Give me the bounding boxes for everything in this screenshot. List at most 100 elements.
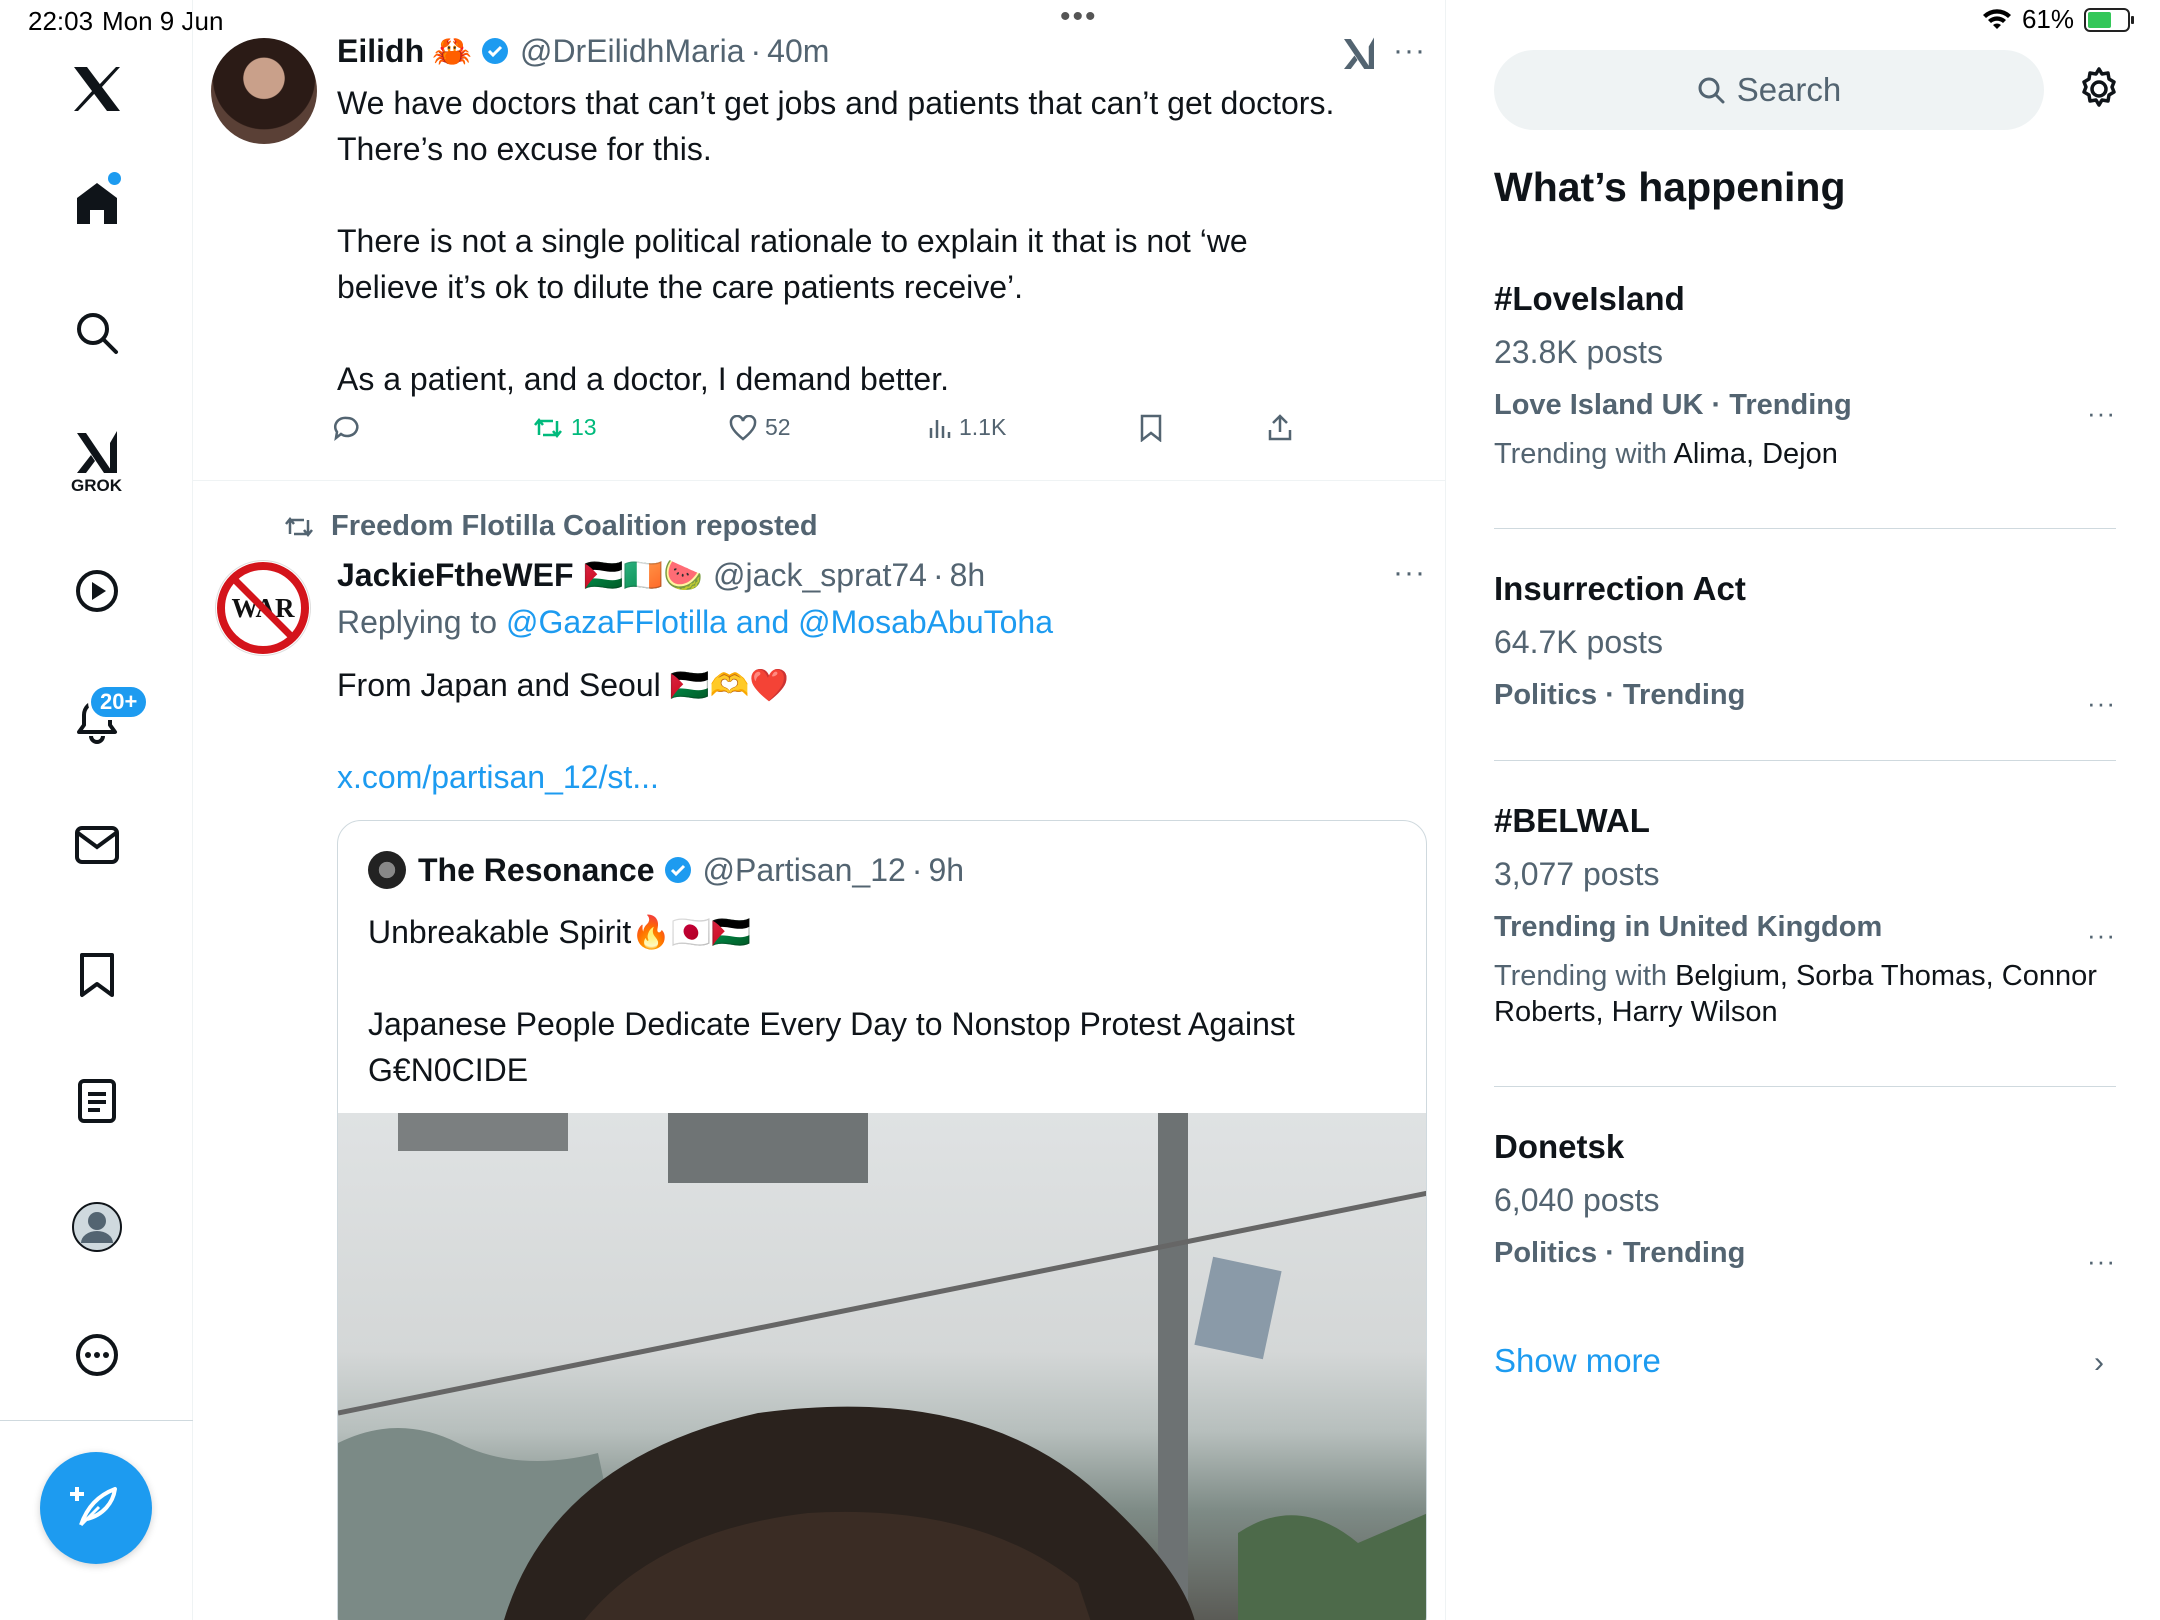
tweet-text: From Japan and Seoul 🇵🇸🫶❤️ bbox=[337, 667, 790, 703]
verified-badge-icon bbox=[664, 857, 691, 883]
tweet-actions: 13 52 1.1K bbox=[333, 414, 1333, 454]
tweet-time[interactable]: 8h bbox=[950, 557, 986, 594]
trend-posts: 23.8K posts bbox=[1494, 334, 1663, 370]
trend-meta: Politics · Trending bbox=[1494, 1237, 1746, 1269]
author-handle[interactable]: @DrEilidhMaria bbox=[520, 33, 745, 70]
gear-icon[interactable] bbox=[2076, 66, 2122, 112]
x-logo[interactable] bbox=[0, 44, 193, 134]
separator-dot: · bbox=[932, 556, 944, 593]
chevron-right-icon: › bbox=[2094, 1346, 2104, 1379]
trend-meta: Love Island UK · Trending bbox=[1494, 389, 1852, 421]
replying-to-links[interactable]: @GazaFFlotilla and @MosabAbuToha bbox=[506, 604, 1053, 640]
quote-avatar bbox=[368, 851, 406, 889]
retweet-icon bbox=[285, 516, 313, 537]
more-icon[interactable] bbox=[0, 1310, 193, 1400]
grok-label: GROK bbox=[71, 476, 122, 495]
trend-item[interactable]: Donetsk 6,040 posts Politics · Trending … bbox=[1494, 1128, 2116, 1276]
divider bbox=[1494, 1086, 2116, 1087]
bookmark-tweet-button[interactable] bbox=[1139, 414, 1163, 442]
bookmark-icon bbox=[1140, 414, 1162, 442]
view-count: 1.1K bbox=[959, 414, 1007, 440]
trend-meta: Politics · Trending bbox=[1494, 679, 1746, 711]
search-placeholder: Search bbox=[1736, 71, 1842, 108]
video-icon[interactable] bbox=[0, 546, 193, 636]
video-player[interactable] bbox=[338, 1113, 1426, 1620]
trend-with: Trending with Alima, Dejon bbox=[1494, 438, 1838, 470]
name-emoji: 🇵🇸🇮🇪🍉 bbox=[583, 557, 704, 593]
home-unread-dot bbox=[108, 172, 121, 185]
views-icon bbox=[929, 419, 951, 438]
search-icon[interactable] bbox=[0, 288, 193, 378]
tweet-more-button[interactable]: ··· bbox=[1393, 34, 1426, 68]
trend-more-button[interactable]: ··· bbox=[2087, 398, 2116, 429]
right-sidebar: Search What’s happening #LoveIsland 23.8… bbox=[1446, 0, 2160, 1620]
separator-dot: · bbox=[911, 851, 923, 888]
trend-item[interactable]: Insurrection Act 64.7K posts Politics · … bbox=[1494, 570, 2116, 718]
quote-header: The Resonance @Partisan_12 · 9h bbox=[368, 851, 964, 889]
author-handle[interactable]: @jack_sprat74 bbox=[713, 557, 927, 594]
nav-divider bbox=[0, 1420, 193, 1421]
trend-more-button[interactable]: ··· bbox=[2087, 920, 2116, 951]
quoted-tweet[interactable]: The Resonance @Partisan_12 · 9h Unbreaka… bbox=[337, 820, 1427, 1620]
mail-icon[interactable] bbox=[0, 800, 193, 890]
heart-icon bbox=[729, 414, 757, 441]
share-button[interactable] bbox=[1267, 414, 1293, 442]
trend-name: #BELWAL bbox=[1494, 802, 1650, 839]
feather-plus-icon bbox=[70, 1487, 117, 1527]
trend-more-button[interactable]: ··· bbox=[2087, 688, 2116, 719]
avatar[interactable]: WAR bbox=[215, 560, 311, 656]
verified-badge-icon bbox=[481, 38, 508, 64]
author-name[interactable]: JackieFtheWEF bbox=[337, 557, 574, 594]
bookmark-icon[interactable] bbox=[0, 930, 193, 1020]
left-navigation: GROK 20+ bbox=[0, 0, 193, 1620]
repost-indicator[interactable]: Freedom Flotilla Coalition reposted bbox=[283, 510, 818, 543]
reply-button[interactable] bbox=[333, 414, 361, 442]
divider bbox=[1494, 528, 2116, 529]
tweet-text: We have doctors that can’t get jobs and … bbox=[337, 85, 1335, 397]
separator-dot: · bbox=[750, 32, 762, 69]
tweet-time[interactable]: 40m bbox=[767, 33, 829, 70]
trend-item[interactable]: #LoveIsland 23.8K posts Love Island UK ·… bbox=[1494, 280, 2116, 472]
search-bar[interactable]: Search bbox=[1494, 50, 2044, 130]
compose-button[interactable] bbox=[40, 1452, 152, 1564]
quote-author-handle: @Partisan_12 bbox=[702, 851, 906, 888]
show-more-link[interactable]: Show more bbox=[1494, 1342, 1661, 1380]
avatar[interactable] bbox=[211, 38, 317, 144]
trend-name: Insurrection Act bbox=[1494, 570, 1746, 607]
like-count: 52 bbox=[765, 414, 791, 440]
name-emoji: 🦀 bbox=[432, 33, 472, 69]
no-war-avatar-icon: WAR bbox=[217, 562, 309, 654]
trend-meta: Trending in United Kingdom bbox=[1494, 911, 1883, 943]
views-button[interactable]: 1.1K bbox=[927, 414, 1006, 441]
trend-with: Trending with Belgium, Sorba Thomas, Con… bbox=[1494, 960, 2097, 1028]
trend-more-button[interactable]: ··· bbox=[2087, 1246, 2116, 1277]
profile-icon[interactable] bbox=[0, 1182, 193, 1272]
search-icon bbox=[1698, 77, 1725, 104]
tweet-link[interactable]: x.com/partisan_12/st... bbox=[337, 754, 659, 800]
tweet-header: JackieFtheWEF 🇵🇸🇮🇪🍉 @jack_sprat74 · 8h bbox=[337, 556, 985, 594]
replying-prefix: Replying to bbox=[337, 604, 498, 640]
quote-text: Unbreakable Spirit🔥🇯🇵🇵🇸 Japanese People … bbox=[368, 914, 1295, 1088]
trend-posts: 6,040 posts bbox=[1494, 1182, 1660, 1218]
retweet-icon bbox=[534, 417, 562, 438]
retweet-button[interactable]: 13 bbox=[533, 414, 597, 441]
trend-posts: 64.7K posts bbox=[1494, 624, 1663, 660]
home-icon[interactable] bbox=[0, 158, 193, 248]
notifications-badge: 20+ bbox=[88, 684, 150, 720]
replying-to: Replying to @GazaFFlotilla and @MosabAbu… bbox=[337, 604, 1053, 641]
list-icon[interactable] bbox=[0, 1056, 193, 1146]
quote-time: 9h bbox=[928, 851, 965, 888]
video-frame-image bbox=[338, 1113, 1426, 1620]
tweet-more-button[interactable]: ··· bbox=[1393, 556, 1426, 590]
author-name[interactable]: Eilidh bbox=[337, 33, 424, 70]
quote-author-name: The Resonance bbox=[418, 851, 655, 888]
reply-icon bbox=[333, 416, 359, 442]
timeline[interactable]: Eilidh 🦀 @DrEilidhMaria · 40m ··· We hav… bbox=[193, 0, 1446, 1620]
like-button[interactable]: 52 bbox=[729, 414, 791, 441]
trend-item[interactable]: #BELWAL 3,077 posts Trending in United K… bbox=[1494, 802, 2116, 1030]
trend-name: Donetsk bbox=[1494, 1128, 1625, 1165]
trend-posts: 3,077 posts bbox=[1494, 856, 1660, 892]
grok-explain-icon[interactable] bbox=[1341, 36, 1377, 72]
tweet[interactable]: Eilidh 🦀 @DrEilidhMaria · 40m ··· We hav… bbox=[193, 0, 1445, 481]
share-icon bbox=[1268, 414, 1292, 441]
